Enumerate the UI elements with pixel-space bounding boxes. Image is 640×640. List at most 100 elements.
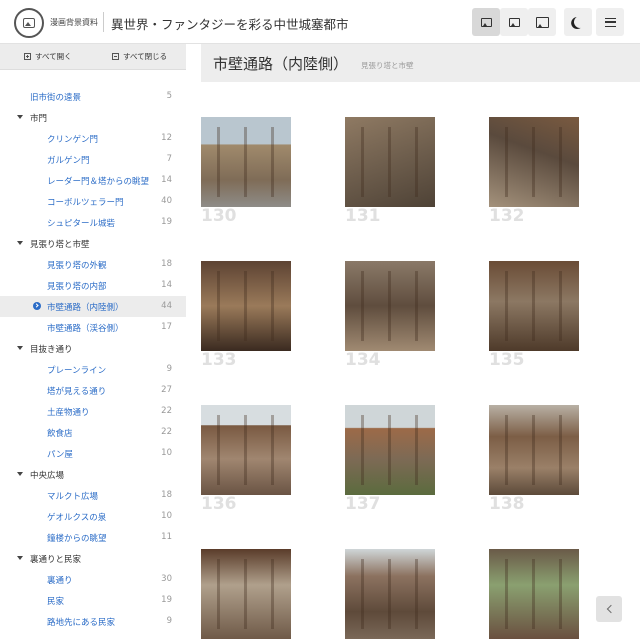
photo-detail — [559, 415, 562, 485]
chevron-left-icon — [606, 604, 615, 614]
sidebar-item[interactable]: 旧市街の遠景 5 — [0, 86, 186, 107]
sidebar-category[interactable]: 市門 — [0, 107, 186, 128]
sidebar-item-count: 11 — [161, 532, 172, 542]
sidebar-item[interactable]: 飲食店 22 — [0, 422, 186, 443]
photo-thumbnail[interactable] — [489, 405, 579, 495]
sidebar-item-label: ガルゲン門 — [47, 156, 90, 166]
photo-thumbnail[interactable] — [345, 117, 435, 207]
collapse-all-button[interactable]: すべて閉じる — [112, 51, 167, 62]
sidebar-item[interactable]: 裏通り 30 — [0, 569, 186, 590]
photo-detail — [415, 127, 418, 197]
sidebar-item[interactable]: 土産物通り 22 — [0, 401, 186, 422]
sidebar-item[interactable]: マルクト広場 18 — [0, 485, 186, 506]
sidebar-item-count: 14 — [161, 175, 172, 185]
sidebar-item-label: 見張り塔と市壁 — [30, 240, 90, 250]
photo-number: 138 — [489, 494, 525, 514]
image-large-button[interactable] — [528, 8, 556, 36]
sidebar-item[interactable]: 民家 19 — [0, 590, 186, 611]
photo-number: 133 — [201, 350, 237, 370]
image-view-button[interactable] — [472, 8, 500, 36]
photo-detail — [415, 415, 418, 485]
photo-detail — [388, 559, 391, 629]
sidebar-item[interactable]: 市壁通路（渓谷側） 17 — [0, 317, 186, 338]
sidebar-item[interactable]: クリンゲン門 12 — [0, 128, 186, 149]
sidebar-item[interactable]: 市壁通路（内陸側） 44 — [0, 296, 186, 317]
photo-thumbnail[interactable] — [345, 405, 435, 495]
expand-all-label: すべて開く — [35, 52, 72, 61]
sidebar-item-count: 9 — [166, 364, 172, 374]
caret-down-icon — [17, 241, 23, 245]
photo-thumbnail[interactable] — [201, 261, 291, 351]
sidebar-item-count: 22 — [161, 406, 172, 416]
photo-thumbnail[interactable] — [345, 261, 435, 351]
sidebar-category[interactable]: 裏通りと民家 — [0, 548, 186, 569]
sidebar-item[interactable]: コーボルツェラー門 40 — [0, 191, 186, 212]
photo-detail — [271, 559, 274, 629]
photo-detail — [217, 127, 220, 197]
menu-button[interactable] — [596, 8, 624, 36]
site-name[interactable]: 漫画背景資料 — [50, 17, 98, 28]
moon-icon — [572, 14, 587, 29]
sidebar-item[interactable]: ゲオルクスの泉 10 — [0, 506, 186, 527]
sidebar-item[interactable]: 見張り塔の外観 18 — [0, 254, 186, 275]
sidebar-item[interactable]: ガルゲン門 7 — [0, 149, 186, 170]
photo-thumbnail[interactable] — [489, 549, 579, 639]
image-grid-button[interactable] — [500, 8, 528, 36]
sidebar-item-count: 22 — [161, 427, 172, 437]
sidebar-item[interactable]: 見張り塔の内部 14 — [0, 275, 186, 296]
sidebar-item[interactable]: 鐘楼からの眺望 11 — [0, 527, 186, 548]
photo-detail — [532, 271, 535, 341]
caret-down-icon — [17, 346, 23, 350]
sidebar-item[interactable]: 塔が見える通り 27 — [0, 380, 186, 401]
photo-thumbnail[interactable] — [345, 549, 435, 639]
sidebar-item-count: 30 — [161, 574, 172, 584]
sidebar-item-label: ゲオルクスの泉 — [47, 513, 107, 523]
photo-detail — [217, 559, 220, 629]
photo-thumbnail[interactable] — [489, 261, 579, 351]
image-icon — [480, 17, 492, 27]
dark-mode-button[interactable] — [564, 8, 592, 36]
photo-number: 131 — [345, 206, 381, 226]
sidebar-item-count: 18 — [161, 259, 172, 269]
sidebar-item-label: パン屋 — [47, 450, 73, 460]
photo-detail — [244, 559, 247, 629]
sidebar-item[interactable]: 路地先にある民家 9 — [0, 611, 186, 632]
sidebar-item[interactable]: プレーンライン 9 — [0, 359, 186, 380]
sidebar-item-label: 見張り塔の内部 — [47, 282, 107, 292]
photo-detail — [271, 415, 274, 485]
sidebar-item-count: 12 — [161, 133, 172, 143]
sidebar-item[interactable]: シュピタール城砦 19 — [0, 212, 186, 233]
sidebar-category[interactable]: 目抜き通り — [0, 338, 186, 359]
sidebar-category[interactable]: 中央広場 — [0, 464, 186, 485]
scroll-back-button[interactable] — [596, 596, 622, 622]
site-logo[interactable] — [14, 8, 44, 38]
sidebar-item-count: 27 — [161, 385, 172, 395]
sidebar-item[interactable]: パン屋 10 — [0, 443, 186, 464]
expand-all-button[interactable]: すべて開く — [24, 51, 72, 62]
sidebar-item-label: 旧市街の遠景 — [30, 93, 82, 103]
photo-detail — [361, 559, 364, 629]
sidebar-item-label: 飲食店 — [47, 429, 73, 439]
sidebar-item-label: 市壁通路（渓谷側） — [47, 324, 124, 334]
caret-down-icon — [17, 556, 23, 560]
breadcrumb[interactable]: 見張り塔と市壁 — [361, 60, 414, 71]
photo-number: 132 — [489, 206, 525, 226]
sidebar-item-label: 市壁通路（内陸側） — [47, 303, 124, 313]
sidebar-item-label: コーボルツェラー門 — [47, 198, 124, 208]
sidebar-item-label: 見張り塔の外観 — [47, 261, 107, 271]
sidebar-category[interactable]: 見張り塔と市壁 — [0, 233, 186, 254]
sidebar-item-label: プレーンライン — [47, 366, 107, 376]
photo-thumbnail[interactable] — [489, 117, 579, 207]
caret-down-icon — [17, 115, 23, 119]
photo-detail — [505, 415, 508, 485]
sidebar-item-label: 裏通りと民家 — [30, 555, 82, 565]
sidebar: すべて開く すべて閉じる 旧市街の遠景 5 市門 クリンゲン門 12 ガルゲン門 7 レーダー… — [0, 44, 186, 640]
photo-detail — [388, 127, 391, 197]
sidebar-item[interactable]: レーダー門＆塔からの眺望 14 — [0, 170, 186, 191]
photo-thumbnail[interactable] — [201, 549, 291, 639]
photo-number: 137 — [345, 494, 381, 514]
photo-thumbnail[interactable] — [201, 405, 291, 495]
sidebar-item-label: 鐘楼からの眺望 — [47, 534, 107, 544]
photo-thumbnail[interactable] — [201, 117, 291, 207]
photo-detail — [505, 271, 508, 341]
